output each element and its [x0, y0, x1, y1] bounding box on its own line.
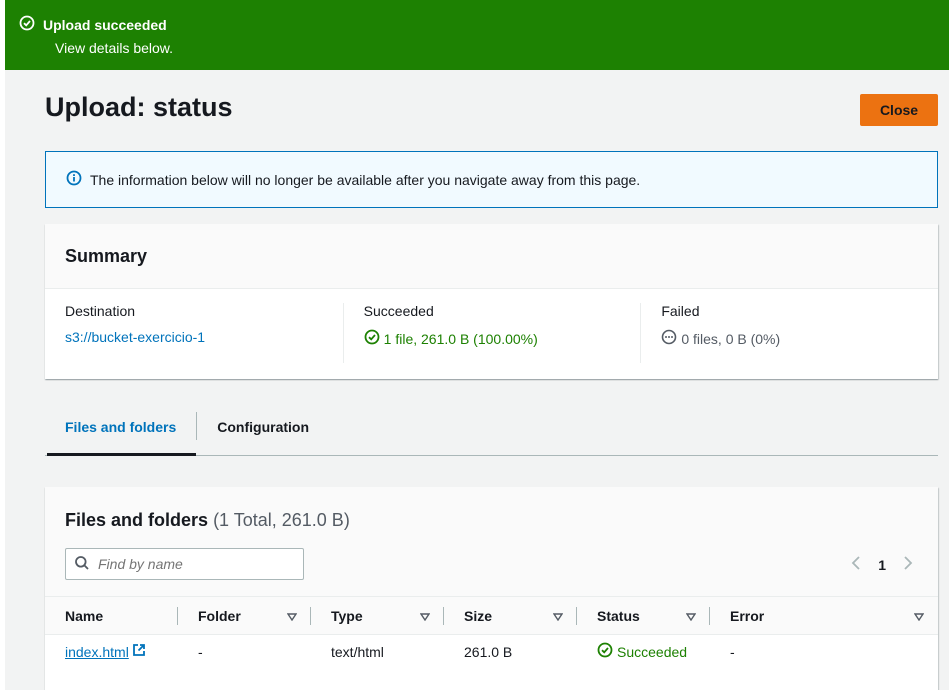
sort-caret-icon[interactable] [286, 608, 298, 624]
error-cell: - [730, 643, 735, 660]
column-header-size[interactable]: Size [444, 597, 577, 634]
size-cell: 261.0 B [464, 643, 513, 660]
ellipsis-circle-icon [661, 329, 677, 348]
search-icon [74, 555, 90, 574]
destination-label: Destination [65, 303, 136, 319]
page-number[interactable]: 1 [878, 557, 886, 573]
succeeded-value: 1 file, 261.0 B (100.00%) [383, 330, 538, 347]
check-circle-icon [597, 642, 613, 661]
status-text: Succeeded [617, 643, 688, 660]
failed-column: Failed 0 files, 0 B (0%) [640, 303, 938, 363]
check-circle-icon [19, 15, 35, 34]
chevron-left-icon[interactable] [850, 555, 862, 574]
sort-caret-icon[interactable] [685, 608, 697, 624]
failed-label: Failed [661, 303, 700, 319]
summary-title: Summary [65, 246, 148, 266]
chevron-right-icon[interactable] [902, 555, 914, 574]
info-alert: The information below will no longer be … [45, 151, 938, 208]
failed-value: 0 files, 0 B (0%) [681, 330, 781, 347]
succeeded-label: Succeeded [363, 303, 434, 319]
files-title: Files and folders (1 Total, 261.0 B) [65, 510, 350, 530]
file-name-link[interactable]: index.html [65, 644, 129, 660]
close-button[interactable]: Close [860, 94, 938, 126]
search-input[interactable] [98, 556, 293, 572]
destination-column: Destination s3://bucket-exercicio-1 [45, 303, 343, 363]
type-cell: text/html [331, 643, 384, 660]
column-header-type[interactable]: Type [311, 597, 444, 634]
tab-bar: Files and folders Configuration [45, 400, 938, 456]
column-header-folder[interactable]: Folder [178, 597, 311, 634]
sort-caret-icon[interactable] [419, 608, 431, 624]
folder-cell: - [198, 643, 203, 660]
summary-panel: Summary Destination s3://bucket-exercici… [45, 224, 938, 379]
succeeded-column: Succeeded 1 file, 261.0 B (100.00%) [342, 303, 641, 363]
tab-configuration[interactable]: Configuration [197, 400, 329, 455]
search-field[interactable] [65, 548, 304, 580]
files-count: (1 Total, 261.0 B) [213, 510, 350, 530]
tab-files-and-folders[interactable]: Files and folders [45, 400, 197, 456]
file-name-cell: index.html [45, 643, 178, 660]
left-edge [0, 0, 5, 690]
files-panel: Files and folders (1 Total, 261.0 B) 1 N… [45, 487, 938, 690]
info-alert-text: The information below will no longer be … [90, 171, 641, 188]
external-link-icon[interactable] [132, 643, 146, 660]
check-circle-icon [364, 329, 380, 348]
flash-subtitle: View details below. [55, 40, 174, 56]
column-header-name[interactable]: Name [45, 597, 178, 634]
destination-link[interactable]: s3://bucket-exercicio-1 [65, 329, 205, 345]
sort-caret-icon[interactable] [913, 608, 925, 624]
column-header-error[interactable]: Error [710, 597, 938, 634]
page-title: Upload: status [45, 92, 233, 122]
status-cell: Succeeded [577, 642, 710, 661]
table-row: index.html - text/html 261.0 B Succeeded… [45, 635, 938, 668]
flash-title: Upload succeeded [43, 16, 167, 33]
flash-banner: Upload succeeded View details below. [5, 0, 949, 70]
sort-caret-icon[interactable] [552, 608, 564, 624]
column-header-status[interactable]: Status [577, 597, 710, 634]
table-header: Name Folder Type Size Status Error [45, 597, 938, 635]
pagination: 1 [850, 555, 914, 574]
info-icon [66, 170, 82, 189]
